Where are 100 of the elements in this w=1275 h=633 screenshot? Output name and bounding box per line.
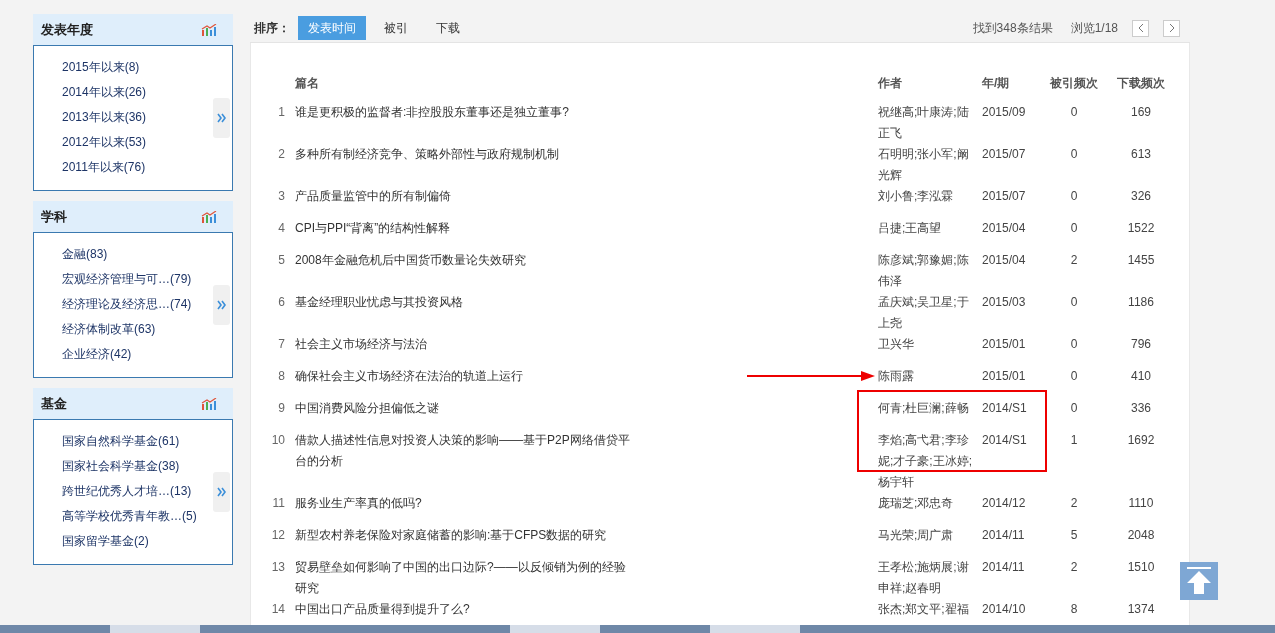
download-count: 1110 <box>1128 496 1154 510</box>
row-number: 8 <box>278 369 285 383</box>
column-header: 作者 <box>878 75 903 92</box>
article-title-link[interactable]: 社会主义市场经济与法治 <box>295 334 635 355</box>
filter-link[interactable]: 企业经济(42) <box>62 342 192 367</box>
download-count: 613 <box>1131 147 1151 161</box>
citation-count: 1 <box>1070 433 1078 447</box>
article-title-link[interactable]: 产品质量监管中的所有制偏倚 <box>295 186 635 207</box>
author-list: 石明明;张小军;阚光辉 <box>878 147 969 182</box>
author-list: 何青;杜巨澜;薛畅 <box>878 401 969 415</box>
citation-count: 0 <box>1070 337 1078 351</box>
author-list: 卫兴华 <box>878 337 914 351</box>
citation-count: 0 <box>1070 105 1078 119</box>
citation-count: 0 <box>1070 295 1078 309</box>
author-list: 庞瑞芝;邓忠奇 <box>878 496 954 510</box>
previous-page-button[interactable] <box>1132 19 1149 37</box>
article-title-link[interactable]: CPI与PPI“背离”的结构性解释 <box>295 218 635 239</box>
issue-text: 2014/10 <box>982 602 1026 616</box>
filter-link[interactable]: 2013年以来(36) <box>62 105 147 130</box>
issue-text: 2014/11 <box>982 560 1025 574</box>
article-title-link[interactable]: 基金经理职业忧虑与其投资风格 <box>295 292 635 313</box>
issue-text: 2015/01 <box>982 369 1026 383</box>
filter-link[interactable]: 高等学校优秀青年教…(5) <box>62 504 197 529</box>
next-page-button[interactable] <box>1163 19 1180 37</box>
double-chevron-icon <box>217 486 226 497</box>
article-title-link[interactable]: 服务业生产率真的低吗? <box>295 493 635 514</box>
row-number: 11 <box>272 496 285 510</box>
citation-count: 5 <box>1070 528 1078 542</box>
citation-count: 8 <box>1070 602 1078 616</box>
citation-count: 2 <box>1070 253 1078 267</box>
filter-link[interactable]: 2015年以来(8) <box>62 55 147 80</box>
row-number: 7 <box>278 337 285 351</box>
section-title: 发表年度 <box>41 20 93 39</box>
bar-chart-icon[interactable] <box>201 397 217 410</box>
filter-link[interactable]: 国家留学基金(2) <box>62 529 197 554</box>
article-title-link[interactable]: 借款人描述性信息对投资人决策的影响——基于P2P网络借贷平台的分析 <box>295 430 635 472</box>
author-list: 王孝松;施炳展;谢申祥;赵春明 <box>878 560 969 595</box>
author-list: 陈彦斌;郭豫媚;陈伟泽 <box>878 253 969 288</box>
filter-link[interactable]: 经济体制改革(63) <box>62 317 192 342</box>
filter-link[interactable]: 2014年以来(26) <box>62 80 147 105</box>
article-title-link[interactable]: 中国消费风险分担偏低之谜 <box>295 398 635 419</box>
issue-text: 2014/11 <box>982 528 1025 542</box>
result-count: 找到348条结果 <box>972 19 1053 37</box>
issue-text: 2014/S1 <box>982 401 1027 415</box>
filter-link[interactable]: 国家社会科学基金(38) <box>62 454 197 479</box>
citation-count: 0 <box>1070 147 1078 161</box>
author-list: 刘小鲁;李泓霖 <box>878 189 954 203</box>
download-count: 326 <box>1131 189 1151 203</box>
filter-link[interactable]: 金融(83) <box>62 242 192 267</box>
filter-link[interactable]: 2011年以来(76) <box>62 155 147 180</box>
bar-chart-icon[interactable] <box>201 23 217 36</box>
sort-label: 排序： <box>254 19 290 37</box>
column-header: 被引频次 <box>1049 75 1099 92</box>
article-title-link[interactable]: 中国出口产品质量得到提升了么? <box>295 599 635 620</box>
download-count: 1186 <box>1128 295 1154 309</box>
section-title: 基金 <box>41 394 67 413</box>
expand-button[interactable] <box>213 471 230 512</box>
sort-tab[interactable]: 下载 <box>426 16 470 40</box>
row-number: 14 <box>271 602 285 616</box>
article-title-link[interactable]: 新型农村养老保险对家庭储蓄的影响:基于CFPS数据的研究 <box>295 525 635 546</box>
filter-link[interactable]: 经济理论及经济思…(74) <box>62 292 192 317</box>
filter-link[interactable]: 国家自然科学基金(61) <box>62 429 197 454</box>
issue-text: 2014/12 <box>982 496 1026 510</box>
author-list: 李焰;高弋君;李珍妮;才子豪;王冰婷;杨宇轩 <box>878 433 972 489</box>
download-count: 336 <box>1131 401 1151 415</box>
issue-text: 2015/09 <box>982 105 1026 119</box>
filter-link[interactable]: 跨世纪优秀人才培…(13) <box>62 479 197 504</box>
article-title-link[interactable]: 确保社会主义市场经济在法治的轨道上运行 <box>295 366 635 387</box>
section-title: 学科 <box>41 207 67 226</box>
citation-count: 0 <box>1070 401 1078 415</box>
issue-text: 2015/01 <box>982 337 1026 351</box>
chevron-left-icon <box>1137 23 1144 33</box>
row-number: 2 <box>278 147 285 161</box>
back-to-top-button[interactable] <box>1180 562 1218 600</box>
expand-button[interactable] <box>213 97 230 138</box>
citation-count: 0 <box>1070 189 1078 203</box>
filter-link[interactable]: 宏观经济管理与可…(79) <box>62 267 192 292</box>
download-count: 1692 <box>1127 433 1155 447</box>
double-chevron-icon <box>217 299 226 310</box>
download-count: 2048 <box>1127 528 1155 542</box>
row-number: 3 <box>278 189 285 203</box>
double-chevron-icon <box>217 112 226 123</box>
issue-text: 2015/07 <box>982 189 1026 203</box>
bar-chart-icon[interactable] <box>201 210 217 223</box>
author-list: 吕捷;王高望 <box>878 221 942 235</box>
row-number: 12 <box>271 528 285 542</box>
expand-button[interactable] <box>213 284 230 325</box>
article-title-link[interactable]: 多种所有制经济竞争、策略外部性与政府规制机制 <box>295 144 635 165</box>
issue-text: 2015/04 <box>982 253 1026 267</box>
download-count: 1374 <box>1127 602 1155 616</box>
citation-count: 0 <box>1070 369 1078 383</box>
filter-link[interactable]: 2012年以来(53) <box>62 130 147 155</box>
sort-tab[interactable]: 被引 <box>374 16 418 40</box>
article-title-link[interactable]: 2008年金融危机后中国货币数量论失效研究 <box>295 250 635 271</box>
citation-count: 2 <box>1070 496 1078 510</box>
download-count: 1455 <box>1127 253 1155 267</box>
page-indicator: 浏览1/18 <box>1070 19 1118 37</box>
article-title-link[interactable]: 谁是更积极的监督者:非控股股东董事还是独立董事? <box>295 102 635 123</box>
citation-count: 0 <box>1070 221 1078 235</box>
article-title-link[interactable]: 贸易壁垒如何影响了中国的出口边际?——以反倾销为例的经验研究 <box>295 557 635 599</box>
